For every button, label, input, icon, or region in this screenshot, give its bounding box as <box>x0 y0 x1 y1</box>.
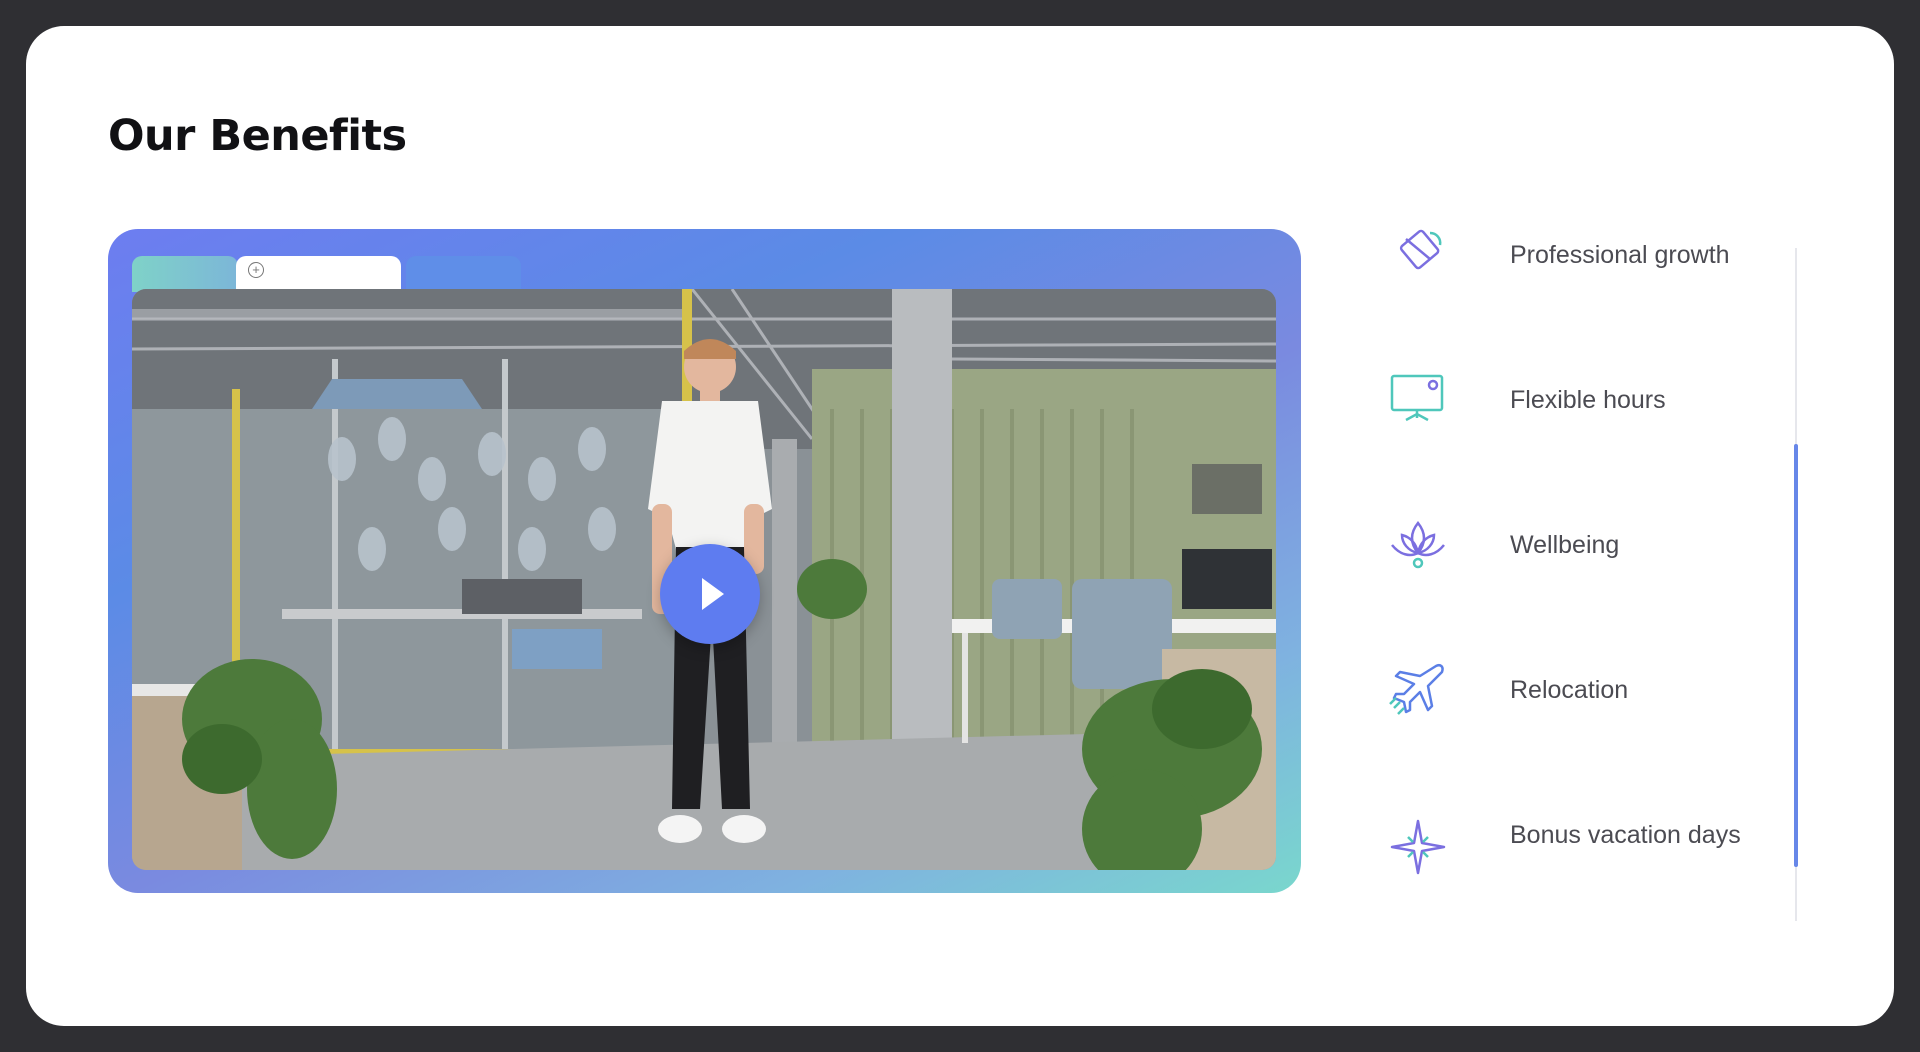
lotus-icon <box>1391 520 1445 569</box>
video-tab: + <box>236 256 401 292</box>
play-icon <box>702 578 724 610</box>
monitor-icon <box>1390 374 1444 422</box>
video-tab-decoration-left <box>132 256 238 292</box>
benefit-label: Professional growth <box>1510 241 1730 269</box>
page-title: Our Benefits <box>108 111 407 161</box>
video-tab-decoration-right <box>406 256 521 292</box>
benefit-item-relocation[interactable]: Relocation <box>1386 656 1816 756</box>
benefits-scrollbar[interactable] <box>1794 248 1798 921</box>
benefit-item-bonus-vacation-days[interactable]: Bonus vacation days <box>1386 801 1816 911</box>
benefit-item-professional-growth[interactable]: Professional growth <box>1386 221 1816 321</box>
video-card: + <box>108 229 1301 893</box>
benefit-item-wellbeing[interactable]: Wellbeing <box>1386 511 1816 611</box>
add-icon: + <box>248 262 264 278</box>
growth-icon <box>1399 229 1442 270</box>
benefit-label: Wellbeing <box>1510 531 1620 559</box>
benefits-list: Professional growth Flexible hours Wellb… <box>1386 221 1816 921</box>
benefits-panel: Our Benefits + Professional growth Flexi… <box>26 26 1894 1026</box>
play-button[interactable] <box>660 544 760 644</box>
benefit-label: Relocation <box>1510 676 1629 704</box>
airplane-icon <box>1389 664 1444 715</box>
benefit-item-flexible-hours[interactable]: Flexible hours <box>1386 366 1816 466</box>
benefit-label: Bonus vacation days <box>1510 821 1741 849</box>
video-player[interactable] <box>132 289 1276 870</box>
sparkle-icon <box>1390 819 1446 875</box>
benefit-label: Flexible hours <box>1510 386 1666 414</box>
scrollbar-thumb[interactable] <box>1794 444 1798 867</box>
